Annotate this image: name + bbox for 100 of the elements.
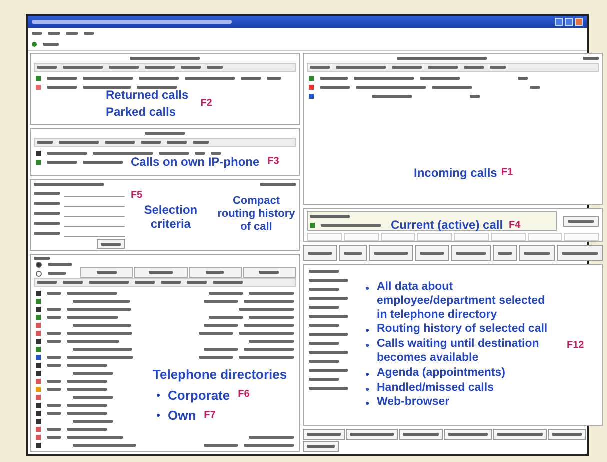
tab[interactable]: [188, 267, 242, 278]
action-button[interactable]: [415, 245, 449, 261]
blurred-text: [239, 332, 294, 334]
blurred-text: [209, 316, 243, 318]
blurred-text: [420, 252, 444, 254]
radio-button[interactable]: [36, 270, 42, 276]
blurred-text: [48, 272, 66, 275]
blurred-text: [47, 308, 61, 310]
tab[interactable]: [80, 267, 134, 278]
blurred-text: [249, 340, 294, 342]
annotation: Incoming calls: [414, 166, 498, 180]
shortcut-key-label: F3: [268, 155, 280, 169]
blurred-text: [244, 444, 294, 446]
blurred-text: [209, 292, 243, 294]
action-button[interactable]: [451, 245, 491, 261]
blurred-text: [498, 252, 512, 254]
blurred-text: [181, 66, 201, 69]
blurred-text: [420, 77, 460, 80]
blurred-text: [199, 332, 233, 334]
annotation: Calls waiting until destination becomes available: [377, 338, 540, 366]
blurred-text: [239, 308, 294, 310]
annotation: All data about employee/department selected in telephone directory: [377, 281, 546, 322]
select-all-button[interactable]: [96, 239, 125, 249]
annotation: Routing history of selected call: [377, 323, 548, 338]
blurred-text: [83, 161, 123, 164]
blurred-text: [47, 380, 61, 382]
action-button[interactable]: [519, 245, 555, 261]
tab[interactable]: [346, 429, 398, 440]
action-button[interactable]: [369, 245, 413, 261]
blurred-text: [432, 86, 472, 89]
tab[interactable]: [242, 267, 296, 278]
blurred-text: [32, 32, 42, 35]
blurred-text: [213, 281, 243, 284]
blurred-text: [47, 152, 87, 155]
blurred-text: [187, 281, 207, 284]
end-button[interactable]: [563, 216, 599, 226]
tab[interactable]: [134, 267, 188, 278]
shortcut-key-label: F2: [200, 96, 212, 111]
annotation: Telephone directories: [153, 367, 288, 383]
status-icon: [32, 42, 37, 47]
bullet-icon: [366, 402, 369, 406]
blurred-text: [73, 372, 113, 374]
blurred-text: [374, 252, 408, 254]
annotation: Parked calls: [106, 105, 178, 120]
blurred-text: [34, 202, 60, 204]
blurred-text: [392, 66, 422, 69]
blurred-text: [320, 86, 350, 89]
blurred-text: [428, 66, 458, 69]
blurred-text: [73, 324, 131, 326]
blurred-text: [73, 396, 113, 398]
blurred-text: [310, 66, 330, 69]
blurred-text: [89, 281, 129, 284]
blurred-text: [241, 77, 261, 80]
blurred-text: [161, 281, 181, 284]
blurred-text: [159, 152, 189, 155]
action-button[interactable]: [303, 245, 337, 261]
blurred-text: [244, 348, 294, 350]
blurred-text: [34, 183, 104, 186]
tab[interactable]: [303, 429, 345, 440]
bullet-icon: [366, 329, 369, 332]
tab[interactable]: [303, 441, 339, 452]
action-button[interactable]: [557, 245, 603, 261]
blurred-text: [109, 66, 139, 69]
blurred-text: [552, 433, 582, 436]
blurred-text: [67, 332, 132, 334]
blurred-text: [309, 378, 339, 381]
radio-button[interactable]: [36, 262, 42, 268]
blurred-text: [37, 66, 57, 69]
blurred-text: [336, 66, 386, 69]
blurred-text: [372, 95, 412, 98]
action-button[interactable]: [493, 245, 517, 261]
annotation: Agenda (appointments): [377, 366, 506, 381]
tab[interactable]: [444, 429, 492, 440]
blurred-text: [344, 252, 362, 254]
action-button[interactable]: [339, 245, 367, 261]
blurred-text: [96, 271, 117, 274]
blurred-text: [259, 271, 280, 274]
blurred-text: [309, 351, 348, 354]
tab[interactable]: [493, 429, 547, 440]
blurred-text: [354, 77, 414, 80]
blurred-text: [207, 66, 223, 69]
blurred-text: [310, 215, 350, 218]
blurred-text: [47, 388, 61, 390]
tab[interactable]: [548, 429, 586, 440]
blurred-text: [67, 388, 107, 390]
blurred-text: [583, 57, 599, 60]
blurred-text: [47, 428, 61, 430]
blurred-text: [67, 412, 107, 414]
blurred-text: [47, 316, 61, 318]
blurred-text: [67, 436, 123, 438]
tab[interactable]: [399, 429, 443, 440]
blurred-text: [448, 433, 488, 436]
blurred-text: [67, 308, 131, 310]
blurred-text: [356, 86, 426, 89]
blurred-text: [167, 141, 187, 144]
blurred-text: [37, 281, 57, 284]
blurred-text: [43, 43, 59, 46]
blurred-text: [48, 263, 72, 266]
blurred-text: [524, 252, 550, 254]
blurred-text: [309, 315, 348, 318]
